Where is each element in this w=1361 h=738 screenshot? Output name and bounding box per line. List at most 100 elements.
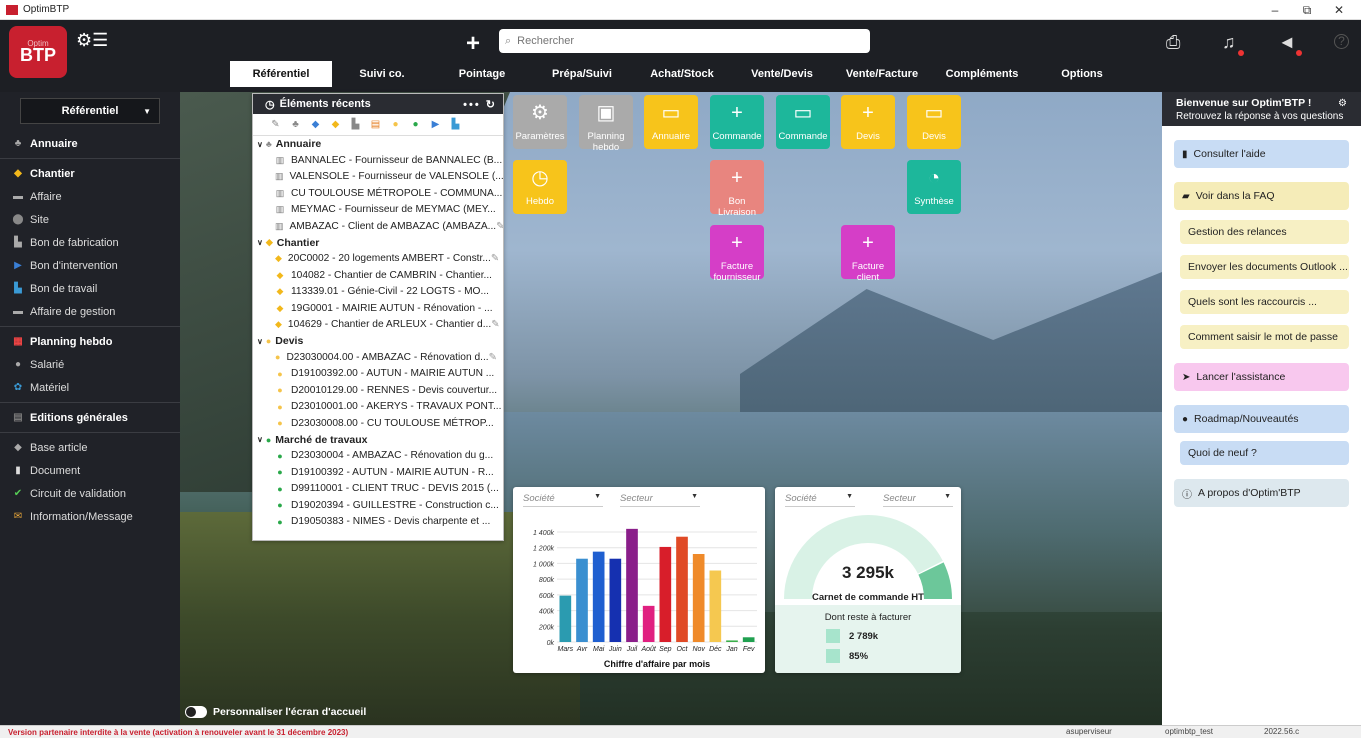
bar[interactable] (742, 637, 755, 642)
close-button[interactable]: ✕ (1323, 0, 1355, 20)
sidebar-item[interactable]: ● Salarié (0, 353, 180, 376)
news-button[interactable]: Quoi de neuf ? (1180, 441, 1349, 465)
sidebar-item[interactable]: ▬ Affaire de gestion (0, 300, 180, 323)
module-select[interactable]: Référentiel ▼ (20, 98, 160, 124)
help-button[interactable]: ▮ Consulter l'aide (1174, 140, 1349, 168)
recent-item[interactable]: ● D23030008.00 - CU TOULOUSE MÉTROP... (253, 415, 503, 432)
sidebar-item[interactable]: ⬤ Site (0, 208, 180, 231)
restore-button[interactable]: ⧉ (1291, 0, 1323, 20)
customize-toggle[interactable]: Personnaliser l'écran d'accueil (185, 706, 366, 718)
recent-item[interactable]: ▥ BANNALEC - Fournisseur de BANNALEC (B..… (253, 152, 503, 169)
assistance-button[interactable]: ➤ Lancer l'assistance (1174, 363, 1349, 391)
recent-item[interactable]: ◆ 104082 - Chantier de CAMBRIN - Chantier… (253, 267, 503, 284)
chevron-down-icon[interactable]: ∨ (257, 238, 263, 247)
sidebar-item[interactable]: ▤ Editions générales (0, 406, 180, 429)
tile-param-tres[interactable]: ⚙ Paramètres (513, 95, 567, 149)
bar[interactable] (559, 595, 572, 642)
tile-devis[interactable]: + Devis (841, 95, 895, 149)
factory-icon[interactable]: ▙ (347, 119, 364, 130)
chevron-down-icon[interactable]: ∨ (257, 435, 263, 444)
tile-facture-client[interactable]: + Facture client (841, 225, 895, 283)
roadmap-button[interactable]: ● Roadmap/Nouveautés (1174, 405, 1349, 433)
bar[interactable] (659, 546, 672, 642)
recent-item[interactable]: ● D20010129.00 - RENNES - Devis couvertur… (253, 382, 503, 399)
recent-item[interactable]: ◆ 104629 - Chantier de ARLEUX - Chantier … (253, 317, 503, 334)
sidebar-item[interactable]: ✔ Circuit de validation (0, 482, 180, 505)
pin-icon[interactable]: ✎ (491, 319, 499, 330)
pin-icon[interactable]: ✎ (496, 221, 503, 232)
chevron-down-icon[interactable]: ∨ (257, 337, 263, 346)
recent-item[interactable]: ◆ 20C0002 - 20 logements AMBERT - Constr.… (253, 251, 503, 268)
tab-achat-stock[interactable]: Achat/Stock (632, 61, 732, 87)
recent-item[interactable]: ● D23030004.00 - AMBAZAC - Rénovation d..… (253, 349, 503, 366)
toggle-switch[interactable] (185, 706, 207, 718)
recent-item[interactable]: ● D19100392 - AUTUN - MAIRIE AUTUN - R... (253, 464, 503, 481)
tab-options[interactable]: Options (1032, 61, 1132, 87)
tile-bon-livraison[interactable]: + Bon Livraison (710, 160, 764, 218)
tab-complements[interactable]: Compléments (932, 61, 1032, 87)
search-input[interactable] (517, 35, 838, 47)
bar[interactable] (592, 551, 605, 642)
tile-annuaire[interactable]: ▭ Annuaire (644, 95, 698, 149)
marche-icon[interactable]: ● (407, 119, 424, 130)
faq-button[interactable]: ▰ Voir dans la FAQ (1174, 182, 1349, 210)
recent-group-header[interactable]: ∨ ♣ Annuaire (253, 136, 503, 152)
bar[interactable] (576, 558, 588, 642)
recent-item[interactable]: ◆ 113339.01 - Génie-Civil - 22 LOGTS - MO… (253, 284, 503, 301)
bar[interactable] (709, 570, 722, 643)
tab-vente-devis[interactable]: Vente/Devis (732, 61, 832, 87)
sidebar-item[interactable]: ▶ Bon d'intervention (0, 254, 180, 277)
chantier-icon[interactable]: ◆ (327, 119, 344, 130)
recent-item[interactable]: ▥ AMBAZAC - Client de AMBAZAC (AMBAZA... ✎ (253, 218, 503, 235)
bar[interactable] (626, 528, 638, 642)
tile-devis[interactable]: ▭ Devis (907, 95, 961, 149)
recent-group-header[interactable]: ∨ ◆ Chantier (253, 235, 503, 251)
sidebar-item[interactable]: ✉ Information/Message (0, 505, 180, 528)
menu-icon[interactable]: ⚙☰ (76, 30, 108, 51)
add-icon[interactable]: + (466, 30, 480, 58)
recent-group-header[interactable]: ∨ ● Marché de travaux (253, 432, 503, 448)
recent-item[interactable]: ▥ CU TOULOUSE MÉTROPOLE - COMMUNA... (253, 185, 503, 202)
tile-commande[interactable]: + Commande (710, 95, 764, 149)
recent-item[interactable]: ▥ MEYMAC - Fournisseur de MEYMAC (MEY... (253, 202, 503, 219)
sidebar-item[interactable]: ▬ Affaire (0, 185, 180, 208)
pin-icon[interactable]: ✎ (489, 352, 497, 363)
settings-icon[interactable]: ⚙ (1338, 97, 1347, 110)
bar[interactable] (642, 605, 655, 642)
chart-icon[interactable]: ▙ (447, 119, 464, 130)
chevron-down-icon[interactable]: ∨ (257, 140, 263, 149)
sidebar-item[interactable]: ✿ Matériel (0, 376, 180, 399)
recent-item[interactable]: ● D23030004 - AMBAZAC - Rénovation du g..… (253, 448, 503, 465)
recent-item[interactable]: ● D99110001 - CLIENT TRUC - DEVIS 2015 (.… (253, 481, 503, 498)
sector-select[interactable]: Secteur ▼ (883, 493, 953, 507)
more-icon[interactable]: ••• ↻ (463, 98, 497, 111)
faq-item[interactable]: Gestion des relances (1180, 220, 1349, 244)
tile-synth-se[interactable]: ◔ Synthèse (907, 160, 961, 214)
bar[interactable] (726, 640, 738, 642)
recent-item[interactable]: ● D19100392.00 - AUTUN - MAIRIE AUTUN ... (253, 366, 503, 383)
tab-suivi-co[interactable]: Suivi co. (332, 61, 432, 87)
recent-item[interactable]: ◆ 19G0001 - MAIRIE AUTUN - Rénovation - .… (253, 300, 503, 317)
sidebar-item[interactable]: ▮ Document (0, 459, 180, 482)
tab-vente-facture[interactable]: Vente/Facture (832, 61, 932, 87)
tile-commande[interactable]: ▭ Commande (776, 95, 830, 149)
devis-icon[interactable]: ● (387, 119, 404, 130)
recent-item[interactable]: ▥ VALENSOLE - Fournisseur de VALENSOLE (.… (253, 169, 503, 186)
pin-icon[interactable]: ✎ (491, 253, 499, 264)
sidebar-item[interactable]: ▦ Planning hebdo (0, 330, 180, 353)
faq-item[interactable]: Comment saisir le mot de passe (1180, 325, 1349, 349)
company-select[interactable]: Société ▼ (785, 493, 855, 507)
tile-facture-fournisseur[interactable]: + Facture fournisseur (710, 225, 764, 283)
faq-item[interactable]: Quels sont les raccourcis ... (1180, 290, 1349, 314)
tile-hebdo[interactable]: ◷ Hebdo (513, 160, 567, 214)
sidebar-item[interactable]: ◆ Base article (0, 436, 180, 459)
sidebar-item[interactable]: ▙ Bon de fabrication (0, 231, 180, 254)
recent-item[interactable]: ● D23010001.00 - AKERYS - TRAVAUX PONT... (253, 399, 503, 416)
pin-icon[interactable]: ✎ (267, 119, 284, 130)
document-icon[interactable]: ▤ (367, 119, 384, 130)
tile-planning-hebdo[interactable]: ▣ Planning hebdo (579, 95, 633, 153)
tab-prepa-suivi[interactable]: Prépa/Suivi (532, 61, 632, 87)
search-box[interactable]: ⌕ (499, 29, 870, 53)
bar[interactable] (676, 536, 688, 642)
sidebar-item[interactable]: ▙ Bon de travail (0, 277, 180, 300)
